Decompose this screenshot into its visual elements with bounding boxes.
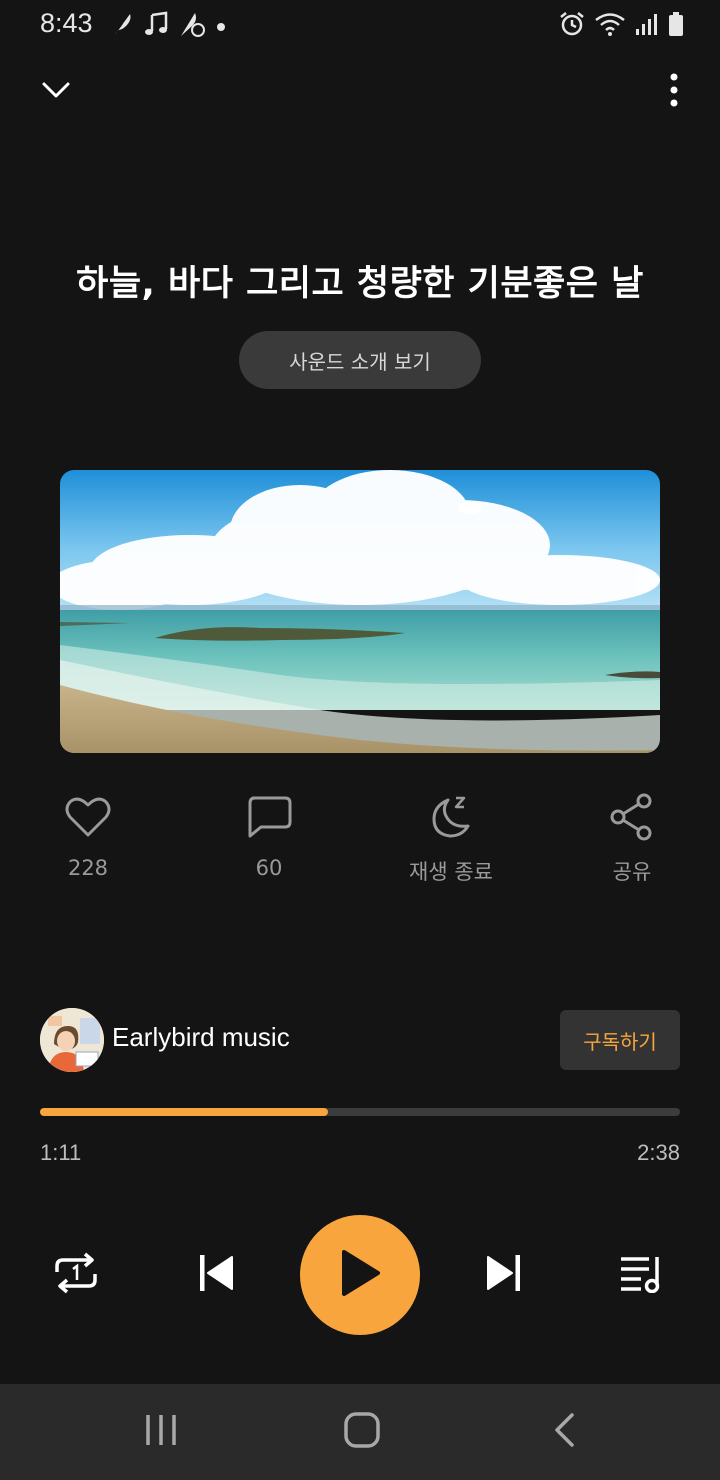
- more-vertical-icon: [670, 73, 678, 111]
- app-notification-icon: [178, 10, 206, 42]
- channel-row: Earlybird music 구독하기: [40, 1008, 680, 1072]
- share-button[interactable]: 공유: [562, 790, 702, 886]
- sleep-timer-button[interactable]: 재생 종료: [381, 790, 521, 886]
- battery-icon: [668, 11, 684, 41]
- action-row: 228 60 재생 종료 공유: [0, 790, 720, 890]
- playlist-icon: [619, 1253, 665, 1297]
- share-label: 공유: [612, 860, 652, 884]
- comment-button[interactable]: 60: [199, 790, 339, 880]
- recent-apps-button[interactable]: [121, 1384, 201, 1480]
- play-icon: [338, 1248, 382, 1302]
- chevron-down-icon: [41, 81, 71, 103]
- more-options-button[interactable]: [664, 70, 684, 114]
- wifi-icon: [594, 11, 626, 41]
- next-button[interactable]: [474, 1245, 534, 1305]
- progress-fill: [40, 1108, 328, 1116]
- repeat-button[interactable]: [46, 1245, 106, 1305]
- total-time: 2:38: [637, 1140, 680, 1165]
- elapsed-time: 1:11: [40, 1140, 82, 1165]
- song-title: 하늘, 바다 그리고 청량한 기분좋은 날: [76, 264, 644, 304]
- like-button[interactable]: 228: [18, 790, 158, 880]
- moon-sleep-icon: [426, 792, 476, 846]
- back-button[interactable]: [524, 1384, 604, 1480]
- sleep-timer-label: 재생 종료: [409, 860, 493, 884]
- channel-avatar[interactable]: [40, 1008, 104, 1072]
- signal-icon: [634, 11, 660, 41]
- status-right-icons: [558, 10, 684, 42]
- progress-bar[interactable]: [40, 1108, 680, 1116]
- recent-apps-icon: [144, 1413, 178, 1451]
- back-icon: [552, 1412, 576, 1452]
- album-artwork: [60, 470, 660, 753]
- status-bar: 8:43: [0, 0, 720, 50]
- playback-controls: [0, 1215, 720, 1337]
- play-button[interactable]: [300, 1215, 420, 1335]
- status-time: 8:43: [40, 8, 93, 38]
- playlist-button[interactable]: [612, 1245, 672, 1305]
- skip-previous-icon: [196, 1253, 236, 1297]
- music-note-icon: [144, 11, 168, 41]
- dot-icon: [216, 17, 226, 36]
- comment-count: 60: [255, 856, 283, 880]
- skip-next-icon: [484, 1253, 524, 1297]
- feather-icon: [110, 10, 134, 42]
- repeat-one-icon: [53, 1252, 99, 1298]
- home-icon: [343, 1411, 381, 1453]
- subscribe-button[interactable]: 구독하기: [560, 1010, 680, 1070]
- collapse-button[interactable]: [30, 70, 82, 114]
- sound-intro-button[interactable]: 사운드 소개 보기: [239, 331, 481, 389]
- system-navigation-bar: [0, 1384, 720, 1480]
- previous-button[interactable]: [186, 1245, 246, 1305]
- alarm-icon: [558, 10, 586, 42]
- status-left-icons: [110, 10, 226, 42]
- home-button[interactable]: [322, 1384, 402, 1480]
- channel-name[interactable]: Earlybird music: [112, 1022, 290, 1053]
- comment-icon: [245, 794, 293, 844]
- like-count: 228: [67, 856, 109, 880]
- heart-icon: [64, 795, 112, 843]
- share-icon: [608, 792, 656, 846]
